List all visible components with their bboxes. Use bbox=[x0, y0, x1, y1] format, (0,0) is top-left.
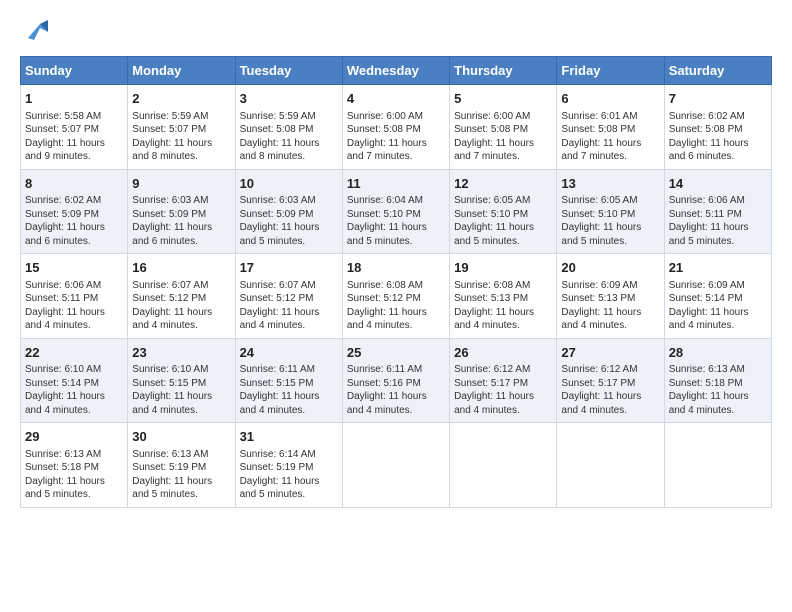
day-cell: 22Sunrise: 6:10 AMSunset: 5:14 PMDayligh… bbox=[21, 338, 128, 423]
header-row: SundayMondayTuesdayWednesdayThursdayFrid… bbox=[21, 57, 772, 85]
day-cell: 7Sunrise: 6:02 AMSunset: 5:08 PMDaylight… bbox=[664, 85, 771, 170]
day-number: 19 bbox=[454, 259, 552, 277]
col-header-thursday: Thursday bbox=[450, 57, 557, 85]
day-cell: 20Sunrise: 6:09 AMSunset: 5:13 PMDayligh… bbox=[557, 254, 664, 339]
day-cell: 28Sunrise: 6:13 AMSunset: 5:18 PMDayligh… bbox=[664, 338, 771, 423]
day-cell: 9Sunrise: 6:03 AMSunset: 5:09 PMDaylight… bbox=[128, 169, 235, 254]
week-row-2: 8Sunrise: 6:02 AMSunset: 5:09 PMDaylight… bbox=[21, 169, 772, 254]
day-cell: 21Sunrise: 6:09 AMSunset: 5:14 PMDayligh… bbox=[664, 254, 771, 339]
day-number: 24 bbox=[240, 344, 338, 362]
day-number: 14 bbox=[669, 175, 767, 193]
col-header-saturday: Saturday bbox=[664, 57, 771, 85]
day-number: 7 bbox=[669, 90, 767, 108]
day-number: 25 bbox=[347, 344, 445, 362]
day-cell bbox=[342, 423, 449, 508]
day-number: 16 bbox=[132, 259, 230, 277]
day-number: 8 bbox=[25, 175, 123, 193]
day-number: 20 bbox=[561, 259, 659, 277]
col-header-wednesday: Wednesday bbox=[342, 57, 449, 85]
col-header-tuesday: Tuesday bbox=[235, 57, 342, 85]
logo-icon bbox=[20, 18, 52, 46]
day-number: 23 bbox=[132, 344, 230, 362]
day-number: 30 bbox=[132, 428, 230, 446]
day-number: 1 bbox=[25, 90, 123, 108]
day-number: 2 bbox=[132, 90, 230, 108]
col-header-friday: Friday bbox=[557, 57, 664, 85]
day-number: 18 bbox=[347, 259, 445, 277]
day-cell bbox=[557, 423, 664, 508]
day-cell: 17Sunrise: 6:07 AMSunset: 5:12 PMDayligh… bbox=[235, 254, 342, 339]
day-cell: 27Sunrise: 6:12 AMSunset: 5:17 PMDayligh… bbox=[557, 338, 664, 423]
col-header-sunday: Sunday bbox=[21, 57, 128, 85]
day-cell: 29Sunrise: 6:13 AMSunset: 5:18 PMDayligh… bbox=[21, 423, 128, 508]
day-number: 3 bbox=[240, 90, 338, 108]
day-number: 5 bbox=[454, 90, 552, 108]
header bbox=[20, 18, 772, 46]
day-number: 12 bbox=[454, 175, 552, 193]
week-row-5: 29Sunrise: 6:13 AMSunset: 5:18 PMDayligh… bbox=[21, 423, 772, 508]
week-row-1: 1Sunrise: 5:58 AMSunset: 5:07 PMDaylight… bbox=[21, 85, 772, 170]
day-number: 28 bbox=[669, 344, 767, 362]
day-number: 11 bbox=[347, 175, 445, 193]
day-number: 31 bbox=[240, 428, 338, 446]
day-cell: 3Sunrise: 5:59 AMSunset: 5:08 PMDaylight… bbox=[235, 85, 342, 170]
day-cell: 23Sunrise: 6:10 AMSunset: 5:15 PMDayligh… bbox=[128, 338, 235, 423]
day-number: 6 bbox=[561, 90, 659, 108]
day-cell: 5Sunrise: 6:00 AMSunset: 5:08 PMDaylight… bbox=[450, 85, 557, 170]
day-cell: 8Sunrise: 6:02 AMSunset: 5:09 PMDaylight… bbox=[21, 169, 128, 254]
day-cell: 11Sunrise: 6:04 AMSunset: 5:10 PMDayligh… bbox=[342, 169, 449, 254]
day-cell: 30Sunrise: 6:13 AMSunset: 5:19 PMDayligh… bbox=[128, 423, 235, 508]
day-number: 4 bbox=[347, 90, 445, 108]
day-cell: 14Sunrise: 6:06 AMSunset: 5:11 PMDayligh… bbox=[664, 169, 771, 254]
week-row-3: 15Sunrise: 6:06 AMSunset: 5:11 PMDayligh… bbox=[21, 254, 772, 339]
col-header-monday: Monday bbox=[128, 57, 235, 85]
day-cell: 25Sunrise: 6:11 AMSunset: 5:16 PMDayligh… bbox=[342, 338, 449, 423]
day-cell bbox=[664, 423, 771, 508]
calendar-table: SundayMondayTuesdayWednesdayThursdayFrid… bbox=[20, 56, 772, 508]
day-cell: 10Sunrise: 6:03 AMSunset: 5:09 PMDayligh… bbox=[235, 169, 342, 254]
day-cell: 31Sunrise: 6:14 AMSunset: 5:19 PMDayligh… bbox=[235, 423, 342, 508]
page: SundayMondayTuesdayWednesdayThursdayFrid… bbox=[0, 0, 792, 612]
day-number: 10 bbox=[240, 175, 338, 193]
day-cell: 18Sunrise: 6:08 AMSunset: 5:12 PMDayligh… bbox=[342, 254, 449, 339]
week-row-4: 22Sunrise: 6:10 AMSunset: 5:14 PMDayligh… bbox=[21, 338, 772, 423]
logo bbox=[20, 18, 56, 46]
day-number: 13 bbox=[561, 175, 659, 193]
day-number: 22 bbox=[25, 344, 123, 362]
day-number: 27 bbox=[561, 344, 659, 362]
day-cell: 4Sunrise: 6:00 AMSunset: 5:08 PMDaylight… bbox=[342, 85, 449, 170]
day-cell: 16Sunrise: 6:07 AMSunset: 5:12 PMDayligh… bbox=[128, 254, 235, 339]
day-cell: 12Sunrise: 6:05 AMSunset: 5:10 PMDayligh… bbox=[450, 169, 557, 254]
day-cell: 26Sunrise: 6:12 AMSunset: 5:17 PMDayligh… bbox=[450, 338, 557, 423]
day-number: 26 bbox=[454, 344, 552, 362]
day-number: 9 bbox=[132, 175, 230, 193]
day-cell: 24Sunrise: 6:11 AMSunset: 5:15 PMDayligh… bbox=[235, 338, 342, 423]
day-number: 21 bbox=[669, 259, 767, 277]
day-number: 15 bbox=[25, 259, 123, 277]
day-cell: 13Sunrise: 6:05 AMSunset: 5:10 PMDayligh… bbox=[557, 169, 664, 254]
day-number: 29 bbox=[25, 428, 123, 446]
day-cell: 6Sunrise: 6:01 AMSunset: 5:08 PMDaylight… bbox=[557, 85, 664, 170]
day-number: 17 bbox=[240, 259, 338, 277]
day-cell bbox=[450, 423, 557, 508]
day-cell: 2Sunrise: 5:59 AMSunset: 5:07 PMDaylight… bbox=[128, 85, 235, 170]
day-cell: 15Sunrise: 6:06 AMSunset: 5:11 PMDayligh… bbox=[21, 254, 128, 339]
day-cell: 1Sunrise: 5:58 AMSunset: 5:07 PMDaylight… bbox=[21, 85, 128, 170]
day-cell: 19Sunrise: 6:08 AMSunset: 5:13 PMDayligh… bbox=[450, 254, 557, 339]
